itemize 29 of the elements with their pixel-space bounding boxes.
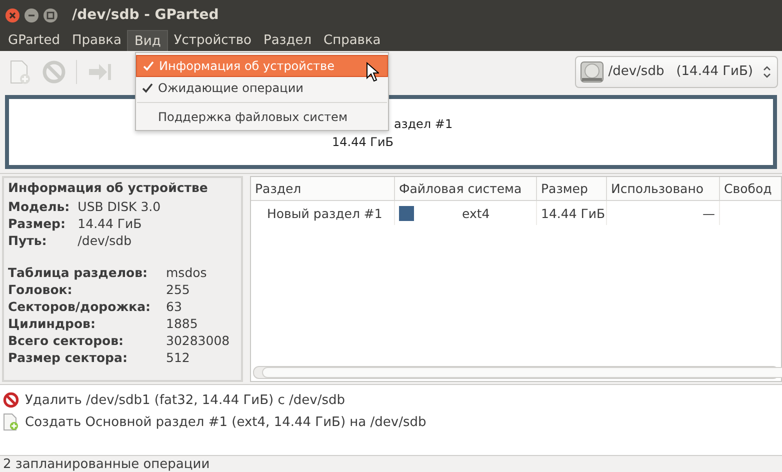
operation-text: Создать Основной раздел #1 (ext4, 14.44 ГиБ) на /dev/sdb <box>25 414 426 430</box>
field-label: Размер: <box>8 215 67 232</box>
field-value: 14.44 ГиБ <box>78 215 143 232</box>
partition-label: аздел #1 <box>394 116 453 133</box>
field-value: /dev/sdb <box>78 232 132 249</box>
field-label: Головок: <box>8 281 74 298</box>
field-value: 255 <box>166 281 191 298</box>
field-label: Секторов/дорожка: <box>8 298 152 315</box>
status-text: 2 запланированные операции <box>3 456 210 472</box>
field-label: Всего секторов: <box>8 332 125 349</box>
table-cell: 14.44 ГиБ <box>537 201 607 225</box>
field-value: 63 <box>166 298 183 315</box>
field-value: msdos <box>166 264 208 281</box>
field-label: Модель: <box>8 198 70 215</box>
field-label: Цилиндров: <box>8 315 96 332</box>
operation-text: Удалить /dev/sdb1 (fat32, 14.44 ГиБ) с /dev/sdb <box>25 392 346 408</box>
partition-size: 14.44 ГиБ <box>332 134 395 151</box>
field-value: 1885 <box>166 315 199 332</box>
field-label: Путь: <box>8 232 48 249</box>
panel-title: Информация об устройстве <box>8 180 209 195</box>
field-value: 30283008 <box>166 332 231 349</box>
window-title: /dev/sdb - GParted <box>72 7 219 23</box>
field-value: USB DISK 3.0 <box>78 198 162 215</box>
table-cell: Новый раздел #1 <box>251 201 395 225</box>
table-cell: ext4 <box>462 206 490 220</box>
field-label: Таблица разделов: <box>8 264 149 281</box>
field-value: 512 <box>166 349 191 366</box>
field-label: Размер сектора: <box>8 349 128 366</box>
table-cell: — <box>607 201 720 225</box>
